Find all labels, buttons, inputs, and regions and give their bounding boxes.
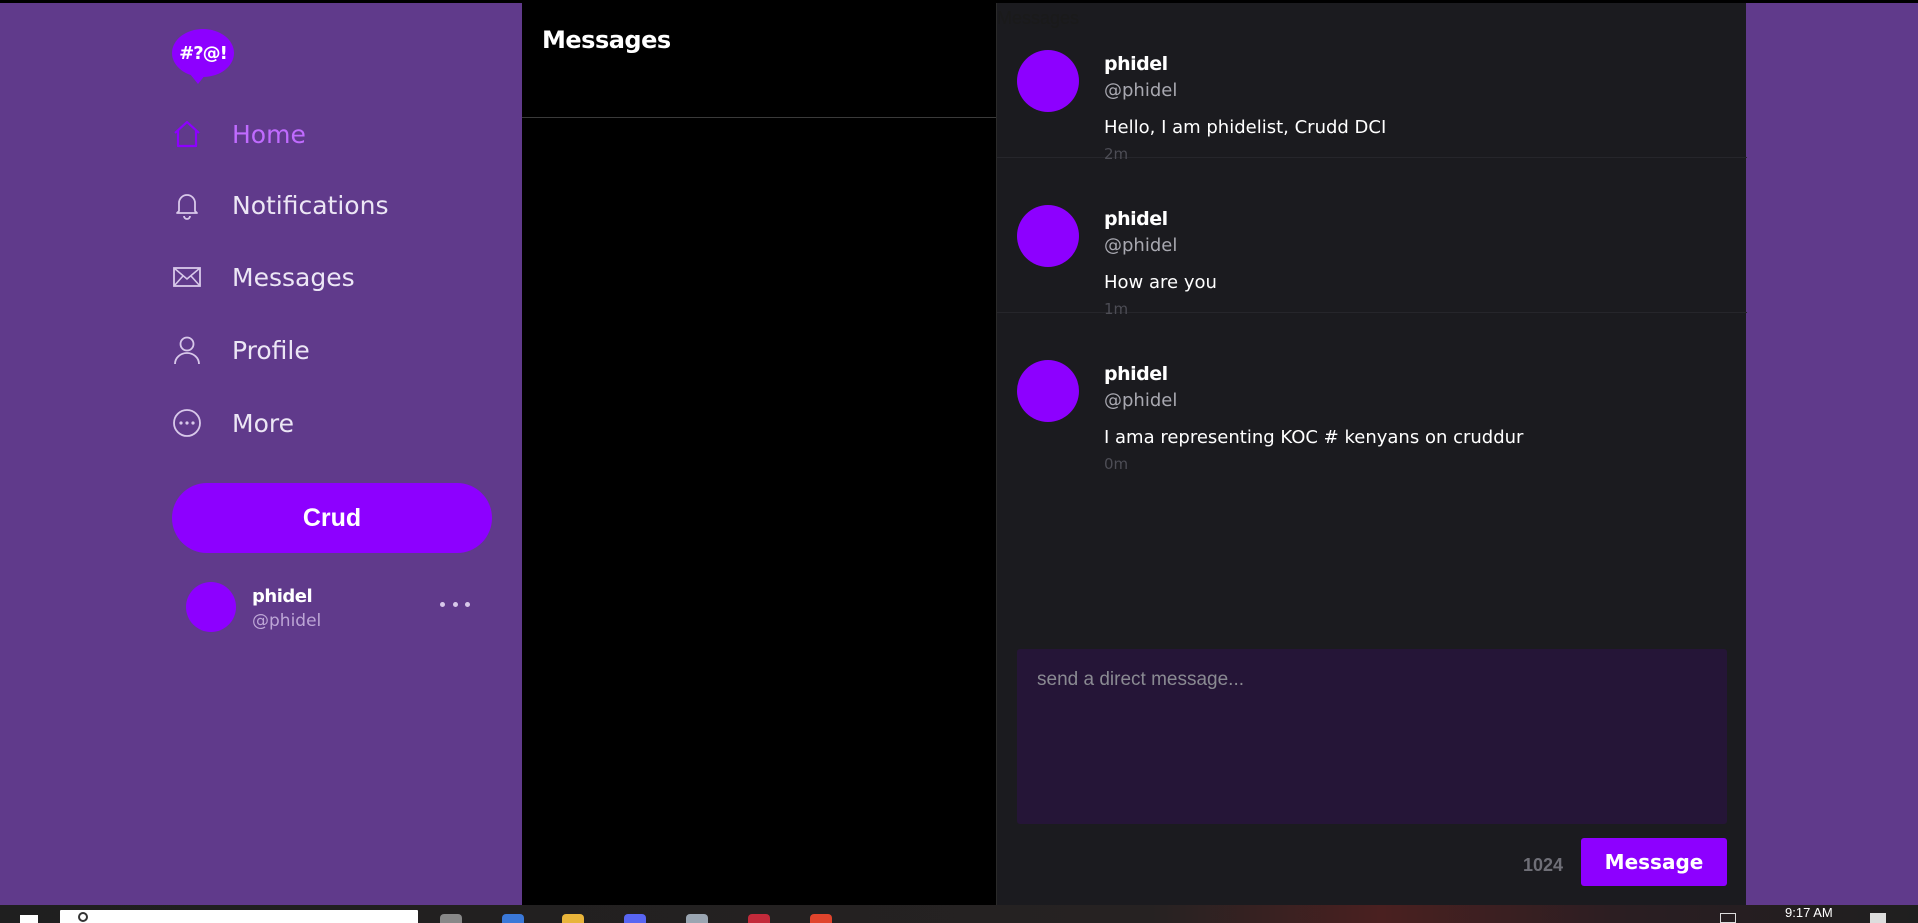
crud-button[interactable]: Crud <box>172 483 492 553</box>
dot-icon <box>440 601 445 607</box>
avatar[interactable] <box>1017 205 1079 267</box>
inbox-header: Messages <box>522 3 996 118</box>
avatar[interactable] <box>186 582 236 632</box>
envelope-icon <box>170 260 204 294</box>
direct-message-input[interactable] <box>1017 649 1727 824</box>
taskbar-clock[interactable]: 9:17 AM <box>1785 905 1833 920</box>
avatar[interactable] <box>1017 360 1079 422</box>
sidebar-item-label: Home <box>232 119 306 149</box>
app-icon[interactable] <box>502 914 524 923</box>
sidebar-item-more[interactable]: More <box>170 401 470 445</box>
message-item[interactable]: phidel @phidel Hello, I am phidelist, Cr… <box>997 3 1747 163</box>
send-message-button[interactable]: Message <box>1581 838 1727 886</box>
message-author-handle: @phidel <box>1104 80 1178 101</box>
avatar[interactable] <box>1017 50 1079 112</box>
message-item[interactable]: phidel @phidel I ama representing KOC # … <box>997 313 1747 473</box>
taskbar-search-box[interactable] <box>60 910 418 923</box>
sidebar-item-label: Profile <box>232 335 310 365</box>
bell-icon <box>170 188 204 222</box>
sidebar-item-label: Notifications <box>232 190 389 220</box>
sidebar-item-label: Messages <box>232 262 355 292</box>
chrome-icon[interactable] <box>810 914 832 923</box>
message-text: I ama representing KOC # kenyans on crud… <box>1104 427 1524 448</box>
file-explorer-icon[interactable] <box>562 914 584 923</box>
sidebar-item-home[interactable]: Home <box>170 112 470 156</box>
inbox-panel: Messages <box>522 3 996 905</box>
search-icon <box>78 912 88 922</box>
message-text: How are you <box>1104 272 1217 293</box>
dot-icon <box>465 601 470 607</box>
app-logo[interactable]: #?@! <box>172 29 234 84</box>
discord-icon[interactable] <box>624 914 646 923</box>
message-author-name: phidel <box>1104 208 1168 230</box>
sidebar-item-notifications[interactable]: Notifications <box>170 183 470 227</box>
app-icon[interactable] <box>748 914 770 923</box>
sidebar-item-messages[interactable]: Messages <box>170 255 470 299</box>
message-author-handle: @phidel <box>1104 390 1178 411</box>
message-item[interactable]: phidel @phidel How are you 1m <box>997 158 1747 318</box>
account-handle: @phidel <box>252 611 322 631</box>
message-time: 0m <box>1104 455 1129 473</box>
more-circle-icon <box>170 406 204 440</box>
message-author-name: phidel <box>1104 53 1168 75</box>
account-name: phidel <box>252 586 313 607</box>
conversation-panel: Messages phidel @phidel Hello, I am phid… <box>996 3 1747 905</box>
network-icon[interactable] <box>1720 913 1736 923</box>
sidebar-item-profile[interactable]: Profile <box>170 328 470 372</box>
app-icon[interactable] <box>686 914 708 923</box>
message-text: Hello, I am phidelist, Crudd DCI <box>1104 117 1387 138</box>
account-more-button[interactable] <box>440 594 470 614</box>
character-count: 1024 <box>1523 855 1564 875</box>
windows-start-icon[interactable] <box>20 915 38 923</box>
task-view-icon[interactable] <box>440 914 462 923</box>
message-author-name: phidel <box>1104 363 1168 385</box>
message-author-handle: @phidel <box>1104 235 1178 256</box>
dot-icon <box>452 601 458 607</box>
os-taskbar: 9:17 AM <box>0 905 1918 923</box>
user-icon <box>170 333 204 367</box>
home-icon <box>170 117 204 151</box>
notification-center-icon[interactable] <box>1870 913 1886 923</box>
page-title: Messages <box>542 26 671 54</box>
sidebar-item-label: More <box>232 408 294 438</box>
